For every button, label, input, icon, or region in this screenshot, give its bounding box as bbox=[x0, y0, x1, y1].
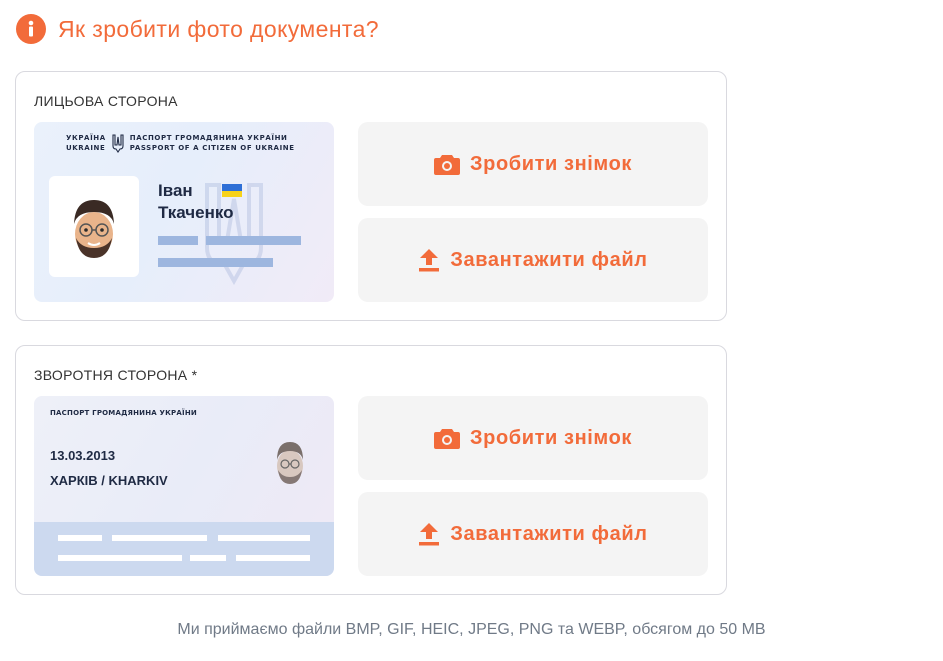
ukraine-flag-icon bbox=[222, 184, 242, 197]
mrz-line bbox=[58, 535, 102, 541]
passport-title-ua: ПАСПОРТ ГРОМАДЯНИНА УКРАЇНИ bbox=[129, 134, 288, 142]
camera-icon bbox=[434, 429, 460, 449]
mrz-zone bbox=[34, 522, 334, 576]
mrz-line bbox=[190, 555, 226, 561]
front-side-card: ЛИЦЬОВА СТОРОНА УКРАЇНА UKRAINE ПАСПОРТ … bbox=[15, 71, 727, 321]
issue-date: 13.03.2013 bbox=[50, 448, 116, 463]
back-side-label: ЗВОРОТНЯ СТОРОНА * bbox=[34, 367, 198, 383]
accepted-formats-note: Ми приймаємо файли BMP, GIF, HEIC, JPEG,… bbox=[177, 621, 766, 638]
upload-icon bbox=[419, 523, 440, 546]
avatar bbox=[49, 176, 139, 277]
page-title: Як зробити фото документа? bbox=[58, 15, 379, 42]
placeholder-bar bbox=[158, 236, 198, 245]
last-name: Ткаченко bbox=[158, 203, 234, 222]
mrz-line bbox=[218, 535, 310, 541]
header: Як зробити фото документа? bbox=[16, 14, 379, 44]
country-en: UKRAINE bbox=[66, 144, 106, 152]
upload-file-label: Завантажити файл bbox=[450, 248, 648, 271]
camera-icon bbox=[434, 155, 460, 175]
avatar-face-icon bbox=[74, 199, 114, 258]
back-doc-header: ПАСПОРТ ГРОМАДЯНИНА УКРАЇНИ bbox=[50, 409, 197, 417]
back-upload-file-button[interactable]: Завантажити файл bbox=[358, 492, 708, 576]
avatar-face-icon bbox=[277, 442, 303, 484]
take-photo-label: Зробити знімок bbox=[470, 152, 632, 175]
take-photo-label: Зробити знімок bbox=[470, 426, 632, 449]
trident-icon bbox=[112, 134, 124, 153]
front-doc-header: УКРАЇНА UKRAINE ПАСПОРТ ГРОМАДЯНИНА УКРА… bbox=[66, 133, 295, 153]
mrz-line bbox=[112, 535, 207, 541]
passport-title-en: PASSPORT OF A CITIZEN OF UKRAINE bbox=[129, 144, 295, 152]
placeholder-bar bbox=[158, 258, 273, 267]
back-document-example: ПАСПОРТ ГРОМАДЯНИНА УКРАЇНИ 13.03.2013 Х… bbox=[34, 396, 334, 576]
upload-file-label: Завантажити файл bbox=[450, 522, 648, 545]
front-take-photo-button[interactable]: Зробити знімок bbox=[358, 122, 708, 206]
mrz-line bbox=[58, 555, 182, 561]
country-ua: УКРАЇНА bbox=[66, 134, 106, 142]
upload-icon bbox=[419, 249, 440, 272]
front-side-label: ЛИЦЬОВА СТОРОНА bbox=[34, 93, 178, 109]
placeholder-bar bbox=[206, 236, 301, 245]
back-take-photo-button[interactable]: Зробити знімок bbox=[358, 396, 708, 480]
front-upload-file-button[interactable]: Завантажити файл bbox=[358, 218, 708, 302]
issue-city: ХАРКІВ / KHARKIV bbox=[50, 473, 168, 488]
back-side-card: ЗВОРОТНЯ СТОРОНА * ПАСПОРТ ГРОМАДЯНИНА У… bbox=[15, 345, 727, 595]
mrz-line bbox=[236, 555, 310, 561]
front-document-example: УКРАЇНА UKRAINE ПАСПОРТ ГРОМАДЯНИНА УКРА… bbox=[34, 122, 334, 302]
info-icon bbox=[16, 14, 46, 44]
small-avatar bbox=[270, 436, 310, 488]
